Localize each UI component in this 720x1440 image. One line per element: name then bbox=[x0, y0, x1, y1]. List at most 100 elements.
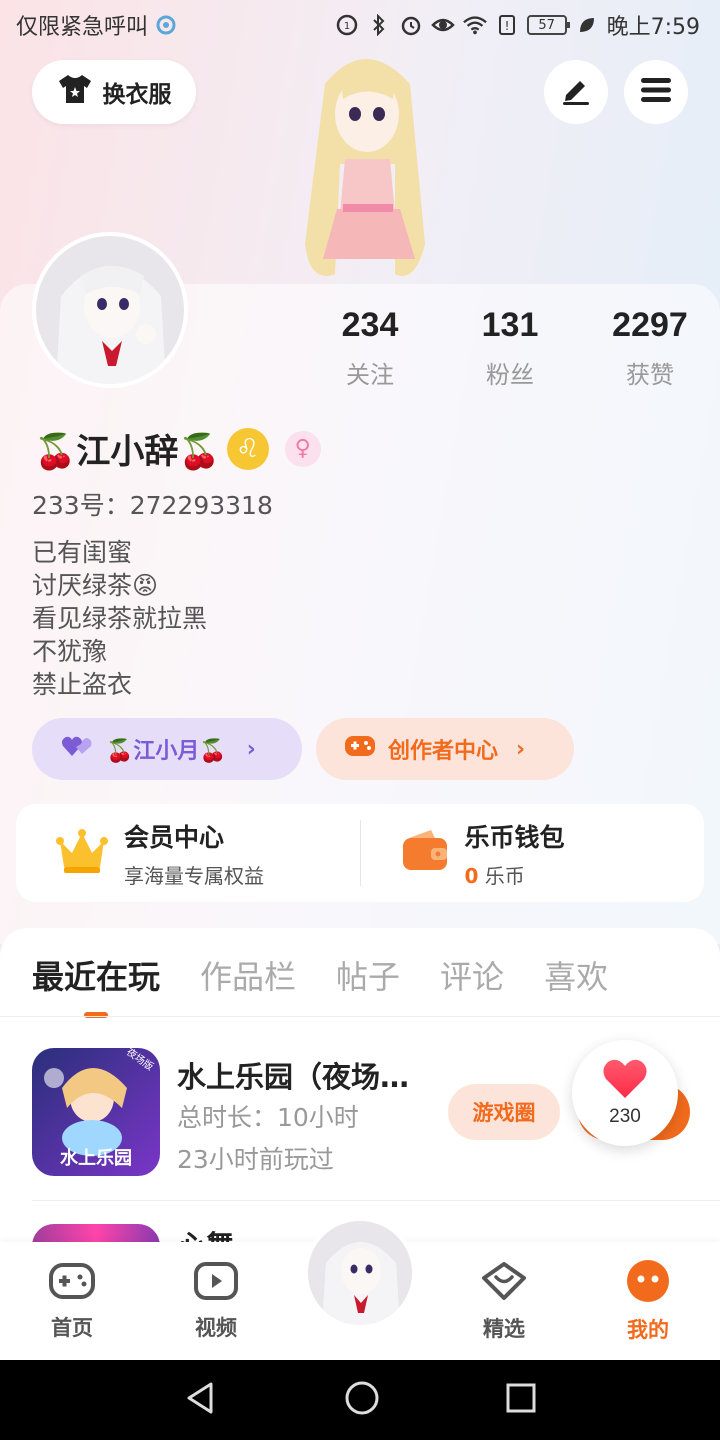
bluetooth-icon bbox=[367, 13, 391, 37]
nav-mine[interactable]: 我的 bbox=[576, 1259, 720, 1344]
hamburger-icon bbox=[641, 77, 671, 107]
back-icon[interactable] bbox=[183, 1380, 219, 1420]
stat-label: 获赞 bbox=[626, 361, 674, 389]
play-icon bbox=[193, 1261, 239, 1306]
stat-likes[interactable]: 2297 获赞 bbox=[580, 306, 720, 390]
game-icon-text: 水上乐园 bbox=[60, 1147, 132, 1169]
tab-works[interactable]: 作品栏 bbox=[200, 952, 296, 998]
nav-avatar-button[interactable] bbox=[304, 1217, 416, 1329]
stat-followers[interactable]: 131 粉丝 bbox=[440, 306, 580, 390]
best-friend-label: 🍒江小月🍒 bbox=[106, 739, 227, 764]
menu-button[interactable] bbox=[624, 60, 688, 124]
vip-center-title: 会员中心 bbox=[124, 822, 225, 852]
game-last-played: 23小时前玩过 bbox=[177, 1145, 334, 1174]
nav-home[interactable]: 首页 bbox=[0, 1261, 144, 1342]
nav-video[interactable]: 视频 bbox=[144, 1261, 288, 1342]
shirt-icon bbox=[57, 73, 93, 111]
benefits-card: 会员中心 享海量专属权益 乐币钱包 0 乐币 bbox=[16, 804, 704, 902]
wallet-entry[interactable]: 乐币钱包 0 乐币 bbox=[361, 818, 705, 889]
sim-alert-icon: ! bbox=[495, 13, 519, 37]
username-row: 🍒江小辞🍒 ♌ ♀ bbox=[34, 424, 321, 473]
nav-home-label: 首页 bbox=[51, 1315, 93, 1340]
nav-video-label: 视频 bbox=[195, 1315, 237, 1340]
profile-stats: 234 关注 131 粉丝 2297 获赞 bbox=[300, 306, 720, 390]
wallet-title: 乐币钱包 bbox=[464, 822, 565, 852]
heart-chat-icon bbox=[480, 1260, 528, 1307]
tab-likes[interactable]: 喜欢 bbox=[544, 952, 608, 998]
leo-zodiac-icon: ♌ bbox=[226, 427, 269, 470]
system-nav-bar bbox=[0, 1360, 720, 1440]
chevron-right-icon: › bbox=[516, 736, 526, 762]
double-heart-icon bbox=[60, 734, 94, 764]
carrier-text: 仅限紧急呼叫 bbox=[16, 15, 149, 40]
profile-avatar[interactable] bbox=[32, 232, 188, 388]
change-outfit-label: 换衣服 bbox=[102, 82, 172, 108]
vip-center-entry[interactable]: 会员中心 享海量专属权益 bbox=[16, 818, 360, 889]
user-id: 233号：272293318 bbox=[32, 491, 273, 520]
username: 🍒江小辞🍒 bbox=[34, 432, 221, 472]
game-icon: 水上乐园 夜场版 bbox=[32, 1048, 160, 1176]
svg-text:!: ! bbox=[504, 19, 509, 33]
tabs-divider bbox=[0, 1016, 720, 1017]
row-divider bbox=[32, 1200, 720, 1201]
wifi-icon bbox=[462, 13, 487, 37]
stat-label: 粉丝 bbox=[486, 361, 534, 389]
wallet-icon bbox=[401, 828, 449, 878]
bio-line: 不犹豫 bbox=[32, 637, 108, 666]
creator-center-label: 创作者中心 bbox=[388, 739, 499, 764]
game-duration: 总时长：10小时 bbox=[177, 1103, 359, 1132]
tab-posts[interactable]: 帖子 bbox=[336, 952, 400, 998]
wallet-balance: 0 乐币 bbox=[465, 860, 565, 889]
gamepad-icon bbox=[48, 1261, 96, 1306]
profile-screen: 仅限紧急呼叫 1 ! 57 晚上7:59 换衣服 234 关注 131 粉丝 2… bbox=[0, 0, 720, 1360]
game-circle-button[interactable]: 游戏圈 bbox=[448, 1084, 560, 1140]
profile-tabs: 最近在玩 作品栏 帖子 评论 喜欢 bbox=[32, 952, 608, 998]
female-gender-icon: ♀ bbox=[284, 430, 321, 467]
face-icon bbox=[626, 1259, 670, 1308]
list-item[interactable]: 水上乐园 夜场版 水上乐园（夜场… 总时长：10小时 23小时前玩过 游戏圈 2… bbox=[32, 1040, 720, 1178]
avatar-character-figure[interactable] bbox=[265, 44, 465, 294]
best-friend-button[interactable]: 🍒江小月🍒 › bbox=[32, 718, 302, 780]
gamepad-icon bbox=[344, 734, 376, 764]
edit-profile-button[interactable] bbox=[544, 60, 608, 124]
svg-text:1: 1 bbox=[343, 21, 349, 32]
tab-recent-played[interactable]: 最近在玩 bbox=[32, 952, 160, 998]
leaf-icon bbox=[575, 13, 599, 37]
stat-label: 关注 bbox=[346, 361, 394, 389]
stat-value: 234 bbox=[341, 306, 399, 344]
vip-center-subtitle: 享海量专属权益 bbox=[124, 863, 264, 888]
bottom-nav: 首页 视频 精选 我的 bbox=[0, 1217, 720, 1360]
battery-indicator: 57 bbox=[526, 15, 570, 35]
next-game-title: 心舞 bbox=[178, 1224, 234, 1242]
recents-icon[interactable] bbox=[505, 1382, 537, 1418]
status-bar: 仅限紧急呼叫 1 ! 57 晚上7:59 bbox=[0, 0, 720, 50]
nav-center-slot bbox=[288, 1217, 432, 1329]
bio-line: 讨厌绿茶😡 bbox=[32, 571, 159, 600]
wallet-unit: 乐币 bbox=[484, 863, 525, 888]
location-icon bbox=[154, 13, 178, 37]
bio-line: 已有闺蜜 bbox=[32, 538, 133, 567]
pen-icon bbox=[560, 75, 592, 109]
data-saver-icon: 1 bbox=[335, 13, 359, 37]
stat-following[interactable]: 234 关注 bbox=[300, 306, 440, 390]
alarm-icon bbox=[399, 13, 423, 37]
creator-center-button[interactable]: 创作者中心 › bbox=[316, 718, 574, 780]
change-outfit-button[interactable]: 换衣服 bbox=[32, 60, 196, 124]
crown-icon bbox=[56, 827, 108, 879]
tab-comments[interactable]: 评论 bbox=[440, 952, 504, 998]
clock-text: 晚上7:59 bbox=[606, 15, 700, 40]
game-title: 水上乐园（夜场… bbox=[177, 1060, 410, 1094]
wallet-coins: 0 bbox=[464, 863, 479, 888]
nav-featured-label: 精选 bbox=[483, 1316, 525, 1341]
bio-line: 看见绿茶就拉黑 bbox=[32, 604, 208, 633]
bio: 已有闺蜜 讨厌绿茶😡 看见绿茶就拉黑 不犹豫 禁止盗衣 bbox=[32, 536, 207, 701]
eye-icon bbox=[430, 13, 455, 37]
floating-like-button[interactable]: 230 bbox=[572, 1040, 678, 1146]
bio-line: 禁止盗衣 bbox=[32, 670, 133, 699]
nav-featured[interactable]: 精选 bbox=[432, 1260, 576, 1343]
like-count: 230 bbox=[609, 1106, 641, 1127]
heart-icon bbox=[602, 1058, 648, 1104]
stat-value: 131 bbox=[481, 306, 539, 344]
nav-mine-label: 我的 bbox=[627, 1317, 669, 1342]
home-icon[interactable] bbox=[344, 1380, 380, 1420]
